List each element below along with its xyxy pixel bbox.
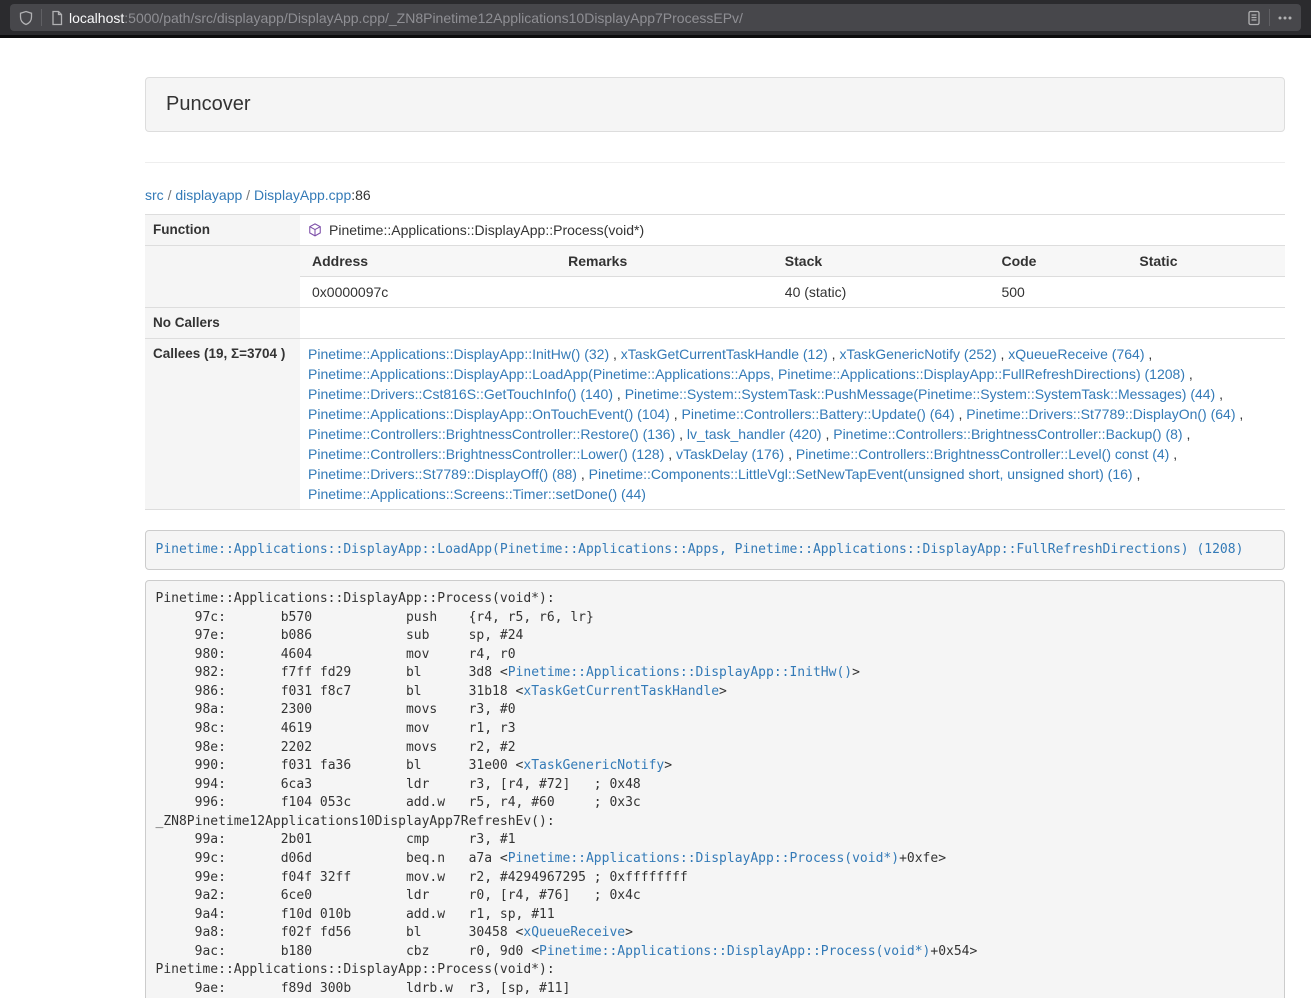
header-divider xyxy=(145,162,1285,163)
col-code: Code xyxy=(989,246,1127,277)
static-value xyxy=(1127,277,1285,308)
url-host: localhost xyxy=(69,10,124,26)
callees-list: Pinetime::Applications::DisplayApp::Init… xyxy=(300,339,1285,510)
col-stack: Stack xyxy=(773,246,990,277)
url-text[interactable]: localhost:5000/path/src/displayapp/Displ… xyxy=(69,10,1246,26)
code-value: 500 xyxy=(989,277,1127,308)
disassembly-symbol-link[interactable]: xTaskGetCurrentTaskHandle xyxy=(523,684,719,699)
callee-link[interactable]: xQueueReceive (764) xyxy=(1008,346,1144,362)
more-actions-icon[interactable] xyxy=(1277,10,1293,26)
app-header: Puncover xyxy=(145,77,1285,132)
breadcrumb: src / displayapp / DisplayApp.cpp:86 xyxy=(145,185,1285,205)
metrics-table: Address Remarks Stack Code Static 0x0000… xyxy=(300,246,1285,307)
callees-row: Callees (19, Σ=3704 ) Pinetime::Applicat… xyxy=(145,339,1285,510)
disassembly-symbol-link[interactable]: Pinetime::Applications::DisplayApp::Proc… xyxy=(539,944,930,959)
col-remarks: Remarks xyxy=(556,246,773,277)
page-icon xyxy=(49,10,65,26)
breadcrumb-separator: / xyxy=(168,187,172,203)
callee-link[interactable]: Pinetime::Controllers::BrightnessControl… xyxy=(308,426,675,442)
breadcrumb-line-number: :86 xyxy=(351,187,370,203)
reader-view-icon[interactable] xyxy=(1246,10,1262,26)
metrics-header-row: Address Remarks Stack Code Static xyxy=(300,246,1285,277)
metrics-values-row: 0x0000097c 40 (static) 500 xyxy=(300,277,1285,308)
callee-link[interactable]: Pinetime::Controllers::Battery::Update()… xyxy=(682,406,955,422)
disassembly-symbol-link[interactable]: Pinetime::Applications::DisplayApp::Proc… xyxy=(508,851,899,866)
callees-label: Callees (19, Σ=3704 ) xyxy=(145,339,300,510)
address-value: 0x0000097c xyxy=(300,277,556,308)
stack-value: 40 (static) xyxy=(773,277,990,308)
callee-link[interactable]: xTaskGenericNotify (252) xyxy=(839,346,996,362)
callee-link[interactable]: vTaskDelay (176) xyxy=(676,446,784,462)
callee-link[interactable]: Pinetime::Applications::DisplayApp::OnTo… xyxy=(308,406,670,422)
breadcrumb-src-link[interactable]: src xyxy=(145,187,164,203)
url-path: :5000/path/src/displayapp/DisplayApp.cpp… xyxy=(124,10,743,26)
browser-toolbar: localhost:5000/path/src/displayapp/Displ… xyxy=(0,0,1311,35)
url-bar[interactable]: localhost:5000/path/src/displayapp/Displ… xyxy=(10,4,1301,31)
callee-link[interactable]: Pinetime::Controllers::BrightnessControl… xyxy=(308,446,664,462)
no-callers-row: No Callers xyxy=(145,308,1285,339)
function-name: Pinetime::Applications::DisplayApp::Proc… xyxy=(329,222,644,238)
callee-link[interactable]: Pinetime::Drivers::St7789::DisplayOn() (… xyxy=(966,406,1235,422)
breadcrumb-displayapp-link[interactable]: displayapp xyxy=(175,187,242,203)
function-label: Function xyxy=(145,215,300,246)
function-info-table: Function Pinetime::Applications::Display… xyxy=(145,214,1285,510)
callee-link[interactable]: xTaskGetCurrentTaskHandle (12) xyxy=(621,346,828,362)
breadcrumb-file-link[interactable]: DisplayApp.cpp xyxy=(254,187,351,203)
no-callers-label: No Callers xyxy=(145,308,300,339)
disassembly-code: Pinetime::Applications::DisplayApp::Proc… xyxy=(145,580,1285,998)
disassembly-symbol-link[interactable]: xTaskGenericNotify xyxy=(523,758,664,773)
disassembly-symbol-link[interactable]: Pinetime::Applications::DisplayApp::Init… xyxy=(508,665,852,680)
function-row: Function Pinetime::Applications::Display… xyxy=(145,215,1285,246)
disassembly-symbol-link[interactable]: xQueueReceive xyxy=(523,925,625,940)
app-title: Puncover xyxy=(166,93,251,115)
callee-link[interactable]: lv_task_handler (420) xyxy=(687,426,822,442)
col-static: Static xyxy=(1127,246,1285,277)
window-divider xyxy=(0,35,1311,38)
callee-link[interactable]: Pinetime::Components::LittleVgl::SetNewT… xyxy=(589,466,1133,482)
callee-link[interactable]: Pinetime::Drivers::St7789::DisplayOff() … xyxy=(308,466,577,482)
remarks-value xyxy=(556,277,773,308)
callee-link[interactable]: Pinetime::Drivers::Cst816S::GetTouchInfo… xyxy=(308,386,613,402)
callee-link[interactable]: Pinetime::System::SystemTask::PushMessag… xyxy=(625,386,1216,402)
callee-link[interactable]: Pinetime::Applications::DisplayApp::Load… xyxy=(308,366,1185,382)
col-address: Address xyxy=(300,246,556,277)
callee-link[interactable]: Pinetime::Applications::DisplayApp::Init… xyxy=(308,346,609,362)
breadcrumb-separator: / xyxy=(246,187,250,203)
callee-link[interactable]: Pinetime::Applications::Screens::Timer::… xyxy=(308,486,646,502)
symbol-cube-icon xyxy=(308,223,322,237)
page-container: Puncover src / displayapp / DisplayApp.c… xyxy=(145,77,1285,998)
loadapp-link[interactable]: Pinetime::Applications::DisplayApp::Load… xyxy=(156,542,1244,557)
callee-link[interactable]: Pinetime::Controllers::BrightnessControl… xyxy=(833,426,1182,442)
shield-icon[interactable] xyxy=(18,10,34,26)
metrics-row: Address Remarks Stack Code Static 0x0000… xyxy=(145,246,1285,308)
callee-link[interactable]: Pinetime::Controllers::BrightnessControl… xyxy=(796,446,1169,462)
highlighted-callee-snippet: Pinetime::Applications::DisplayApp::Load… xyxy=(145,530,1285,570)
urlbar-separator xyxy=(41,9,42,26)
urlbar-separator-right xyxy=(1269,9,1270,26)
